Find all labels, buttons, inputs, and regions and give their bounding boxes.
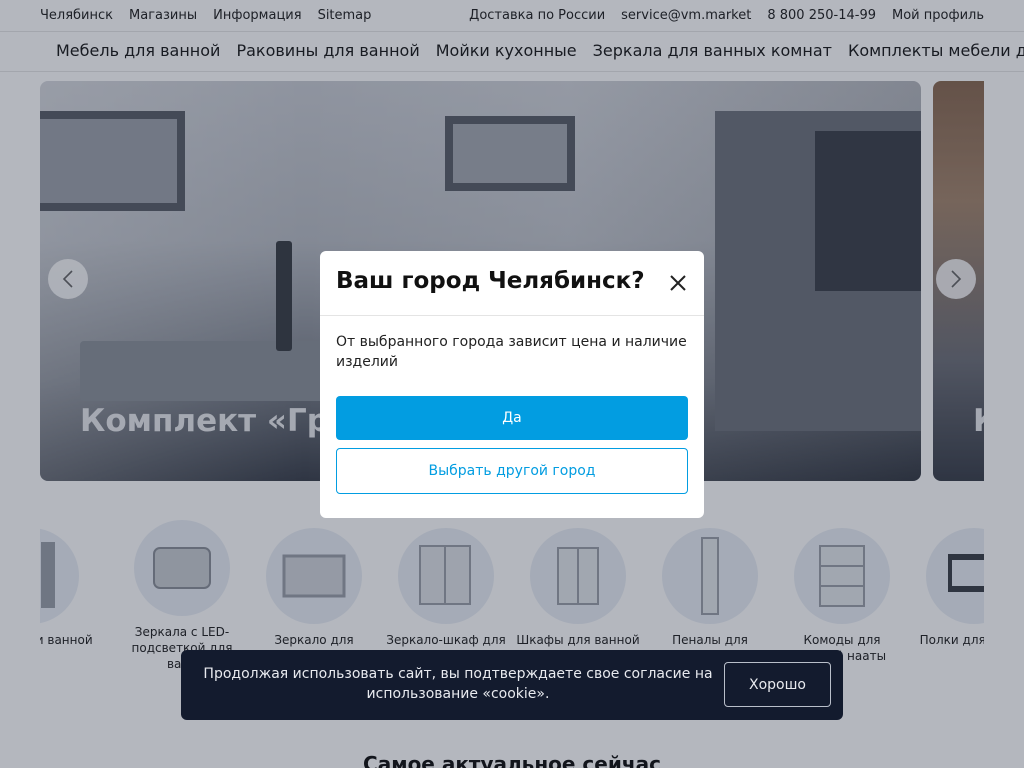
close-icon xyxy=(670,275,686,291)
cookie-accept-button[interactable]: Хорошо xyxy=(724,662,831,707)
confirm-city-button[interactable]: Да xyxy=(336,396,688,440)
modal-text: От выбранного города зависит цена и нали… xyxy=(336,334,687,370)
modal-header: Ваш город Челябинск? xyxy=(320,251,704,316)
city-confirm-modal: Ваш город Челябинск? От выбранного город… xyxy=(320,251,704,518)
cookie-message: Продолжая использовать сайт, вы подтверж… xyxy=(203,666,713,702)
modal-title: Ваш город Челябинск? xyxy=(336,268,645,294)
cookie-banner: Продолжая использовать сайт, вы подтверж… xyxy=(181,650,843,720)
close-button[interactable] xyxy=(668,273,688,293)
choose-other-city-button[interactable]: Выбрать другой город xyxy=(336,448,688,494)
